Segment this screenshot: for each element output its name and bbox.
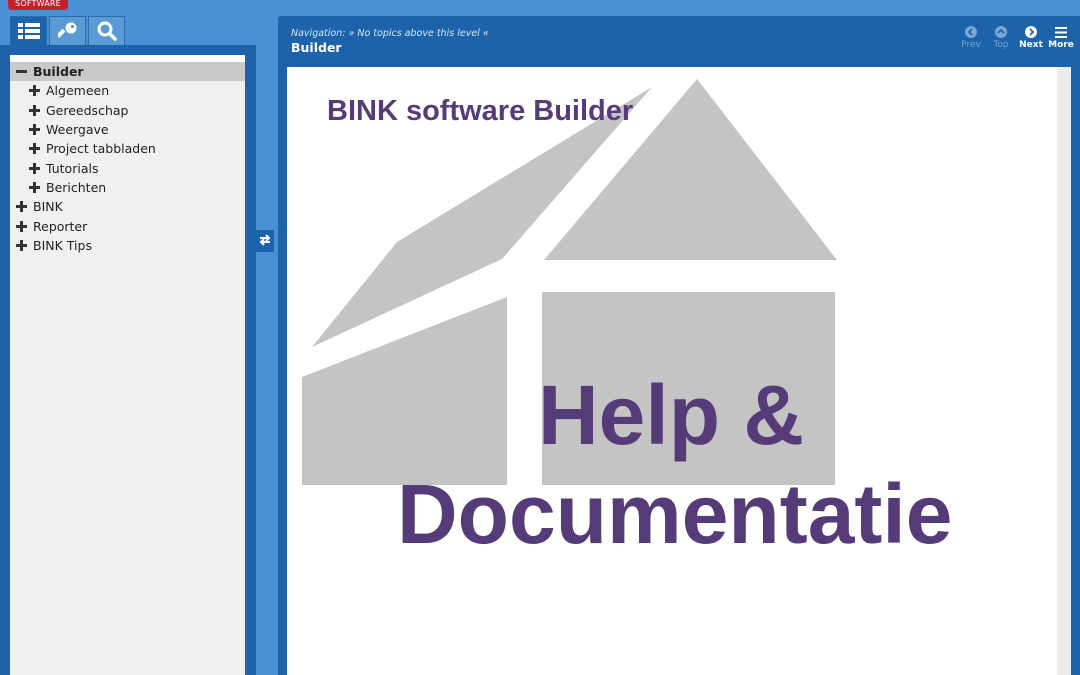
toc-item-gereedschap[interactable]: Gereedschap bbox=[10, 101, 245, 120]
swap-arrows-icon bbox=[258, 232, 272, 251]
next-icon bbox=[1025, 26, 1037, 38]
toc-tree: Builder Algemeen Gereedschap Weergave Projec… bbox=[10, 55, 245, 675]
toc-item-label: BINK Tips bbox=[33, 237, 92, 253]
expand-icon[interactable] bbox=[29, 181, 40, 193]
collapse-icon[interactable] bbox=[16, 66, 27, 77]
nav-button-label: More bbox=[1048, 40, 1074, 50]
expand-icon[interactable] bbox=[29, 162, 40, 174]
top-icon bbox=[995, 26, 1007, 38]
list-icon bbox=[17, 23, 40, 39]
toc-item-label: Project tabbladen bbox=[46, 141, 156, 157]
top-button[interactable]: Top bbox=[988, 26, 1014, 50]
toc-item-bink[interactable]: BINK bbox=[10, 197, 245, 216]
more-button[interactable]: More bbox=[1048, 26, 1074, 50]
toc-item-reporter[interactable]: Reporter bbox=[10, 216, 245, 235]
expand-icon[interactable] bbox=[16, 201, 27, 213]
expand-icon[interactable] bbox=[16, 239, 27, 251]
headline-line-2: Documentatie bbox=[397, 467, 953, 561]
topic-nav-buttons: Prev Top Next More bbox=[958, 26, 1074, 50]
key-icon bbox=[57, 21, 78, 41]
toc-list: Builder Algemeen Gereedschap Weergave Projec… bbox=[10, 62, 245, 255]
nav-button-label: Next bbox=[1019, 40, 1043, 50]
toc-item-berichten[interactable]: Berichten bbox=[10, 178, 245, 197]
toc-item-weergave[interactable]: Weergave bbox=[10, 120, 245, 139]
content-scrollbar[interactable] bbox=[1057, 67, 1071, 675]
toc-item-label: Tutorials bbox=[46, 160, 99, 176]
toc-item-label: Gereedschap bbox=[46, 102, 129, 118]
brand-logo: SOFTWARE bbox=[8, 0, 68, 10]
toc-item-project-tabbladen[interactable]: Project tabbladen bbox=[10, 139, 245, 158]
sidebar-panel: Builder Algemeen Gereedschap Weergave Projec… bbox=[0, 45, 256, 675]
toc-item-bink-tips[interactable]: BINK Tips bbox=[10, 236, 245, 255]
expand-icon[interactable] bbox=[29, 85, 40, 97]
breadcrumb-label: Navigation: bbox=[291, 28, 346, 39]
tree-header-bar bbox=[10, 55, 245, 62]
toc-item-label: BINK bbox=[33, 199, 63, 215]
help-viewer: SOFTWARE Builder Algemeen Gereedschap We… bbox=[0, 0, 1080, 675]
search-icon bbox=[97, 21, 117, 41]
prev-button[interactable]: Prev bbox=[958, 26, 984, 50]
toc-item-label: Berichten bbox=[46, 179, 107, 195]
headline-line-1: Help & bbox=[538, 368, 805, 462]
toc-item-algemeen[interactable]: Algemeen bbox=[10, 81, 245, 100]
breadcrumb-text: » No topics above this level « bbox=[348, 28, 489, 39]
topic-panel: Navigation: » No topics above this level… bbox=[278, 16, 1080, 675]
expand-icon[interactable] bbox=[29, 104, 40, 116]
tab-contents[interactable] bbox=[10, 16, 47, 45]
toc-item-builder[interactable]: Builder bbox=[10, 62, 245, 82]
nav-button-label: Prev bbox=[961, 40, 981, 50]
sidebar-tabs bbox=[10, 16, 125, 46]
tab-index[interactable] bbox=[49, 16, 86, 45]
nav-button-label: Top bbox=[993, 40, 1009, 50]
toc-item-label: Weergave bbox=[46, 122, 109, 138]
toggle-sidebar-button[interactable] bbox=[256, 230, 274, 252]
menu-icon bbox=[1055, 26, 1067, 38]
toc-item-label: Algemeen bbox=[46, 83, 110, 99]
prev-icon bbox=[965, 26, 977, 38]
expand-icon[interactable] bbox=[29, 143, 40, 155]
topic-content: BINK software Builder Help & Documentati… bbox=[287, 67, 1057, 675]
next-button[interactable]: Next bbox=[1018, 26, 1044, 50]
document-title: BINK software Builder bbox=[327, 95, 634, 127]
toc-item-tutorials[interactable]: Tutorials bbox=[10, 158, 245, 177]
expand-icon[interactable] bbox=[16, 220, 27, 232]
toc-item-label: Builder bbox=[33, 64, 84, 80]
breadcrumb: Navigation: » No topics above this level… bbox=[291, 28, 489, 39]
logo-text: SOFTWARE bbox=[15, 0, 61, 8]
topic-title: Builder bbox=[291, 40, 342, 55]
toc-item-label: Reporter bbox=[33, 218, 88, 234]
expand-icon[interactable] bbox=[29, 124, 40, 136]
tab-search[interactable] bbox=[88, 16, 125, 45]
